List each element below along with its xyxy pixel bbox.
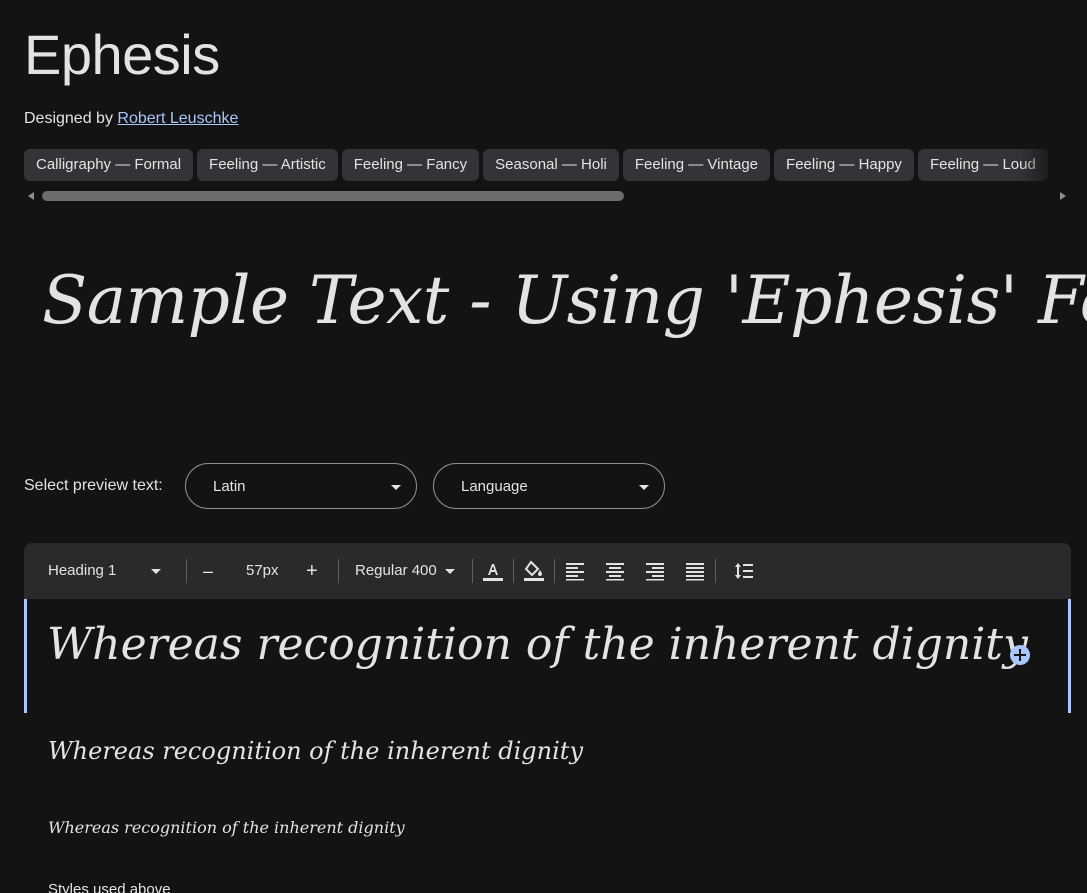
hero-sample-text: Sample Text - Using 'Ephesis' Font. (42, 262, 1087, 339)
toolbar-divider (513, 559, 514, 583)
chevron-down-icon (151, 569, 161, 574)
active-preview-line[interactable]: Whereas recognition of the inherent dign… (24, 599, 1071, 713)
tag-chip[interactable]: Calligraphy — Formal (24, 149, 194, 181)
designer-line: Designed by Robert Leuschke (24, 110, 238, 128)
toolbar-divider (554, 559, 555, 583)
editor-toolbar: Heading 1 – 57px + Regular 400 (24, 543, 1071, 599)
toolbar-divider (186, 559, 187, 583)
tag-chip[interactable]: Feeling — Vintage (622, 149, 771, 181)
toolbar-divider (338, 559, 339, 583)
language-select-value: Language (461, 478, 528, 495)
text-color-icon[interactable] (481, 559, 505, 583)
toolbar-divider (715, 559, 716, 583)
script-select[interactable]: Latin (185, 463, 417, 509)
align-justify-icon[interactable] (683, 559, 707, 583)
tag-chip[interactable]: Feeling — Happy (774, 149, 914, 181)
font-size-value[interactable]: 57px (246, 543, 279, 599)
chevron-down-icon (639, 485, 649, 490)
tag-chip[interactable]: Seasonal — Holi (483, 149, 619, 181)
preview-text-label: Select preview text: (24, 477, 163, 494)
chip-row-scrollbar[interactable] (24, 188, 1070, 204)
increase-size-button[interactable]: + (306, 543, 318, 599)
tag-chip-row: Calligraphy — Formal Feeling — Artistic Fe… (24, 149, 1060, 182)
designed-by-label: Designed by (24, 110, 113, 127)
align-left-icon[interactable] (563, 559, 587, 583)
font-title: Ephesis (24, 23, 220, 86)
toolbar-divider (472, 559, 473, 583)
preview-line-heading-2[interactable]: Whereas recognition of the inherent dign… (48, 737, 583, 765)
script-select-value: Latin (213, 478, 246, 495)
language-select[interactable]: Language (433, 463, 665, 509)
decrease-size-button[interactable]: – (203, 543, 213, 599)
line-height-icon[interactable] (732, 559, 756, 583)
scroll-right-arrow-icon[interactable] (1060, 192, 1066, 200)
text-style-value: Heading 1 (48, 562, 117, 579)
scroll-left-arrow-icon[interactable] (28, 192, 34, 200)
align-center-icon[interactable] (603, 559, 627, 583)
chip-row-fade (1020, 149, 1060, 182)
designer-link[interactable]: Robert Leuschke (117, 110, 238, 127)
scroll-thumb[interactable] (42, 191, 624, 201)
preview-line-heading-3[interactable]: Whereas recognition of the inherent dign… (48, 818, 405, 837)
add-circle-icon[interactable] (1010, 645, 1030, 665)
preview-line-heading-1[interactable]: Whereas recognition of the inherent dign… (47, 619, 1028, 670)
tag-chip[interactable]: Feeling — Artistic (197, 149, 338, 181)
font-weight-value: Regular 400 (355, 562, 437, 579)
styles-used-label: Styles used above (48, 881, 171, 893)
font-detail-page: Ephesis Designed by Robert Leuschke Call… (0, 0, 1087, 893)
chevron-down-icon (391, 485, 401, 490)
chevron-down-icon (445, 569, 455, 574)
tag-chip[interactable]: Feeling — Fancy (341, 149, 480, 181)
highlight-color-icon[interactable] (522, 559, 546, 583)
align-right-icon[interactable] (643, 559, 667, 583)
